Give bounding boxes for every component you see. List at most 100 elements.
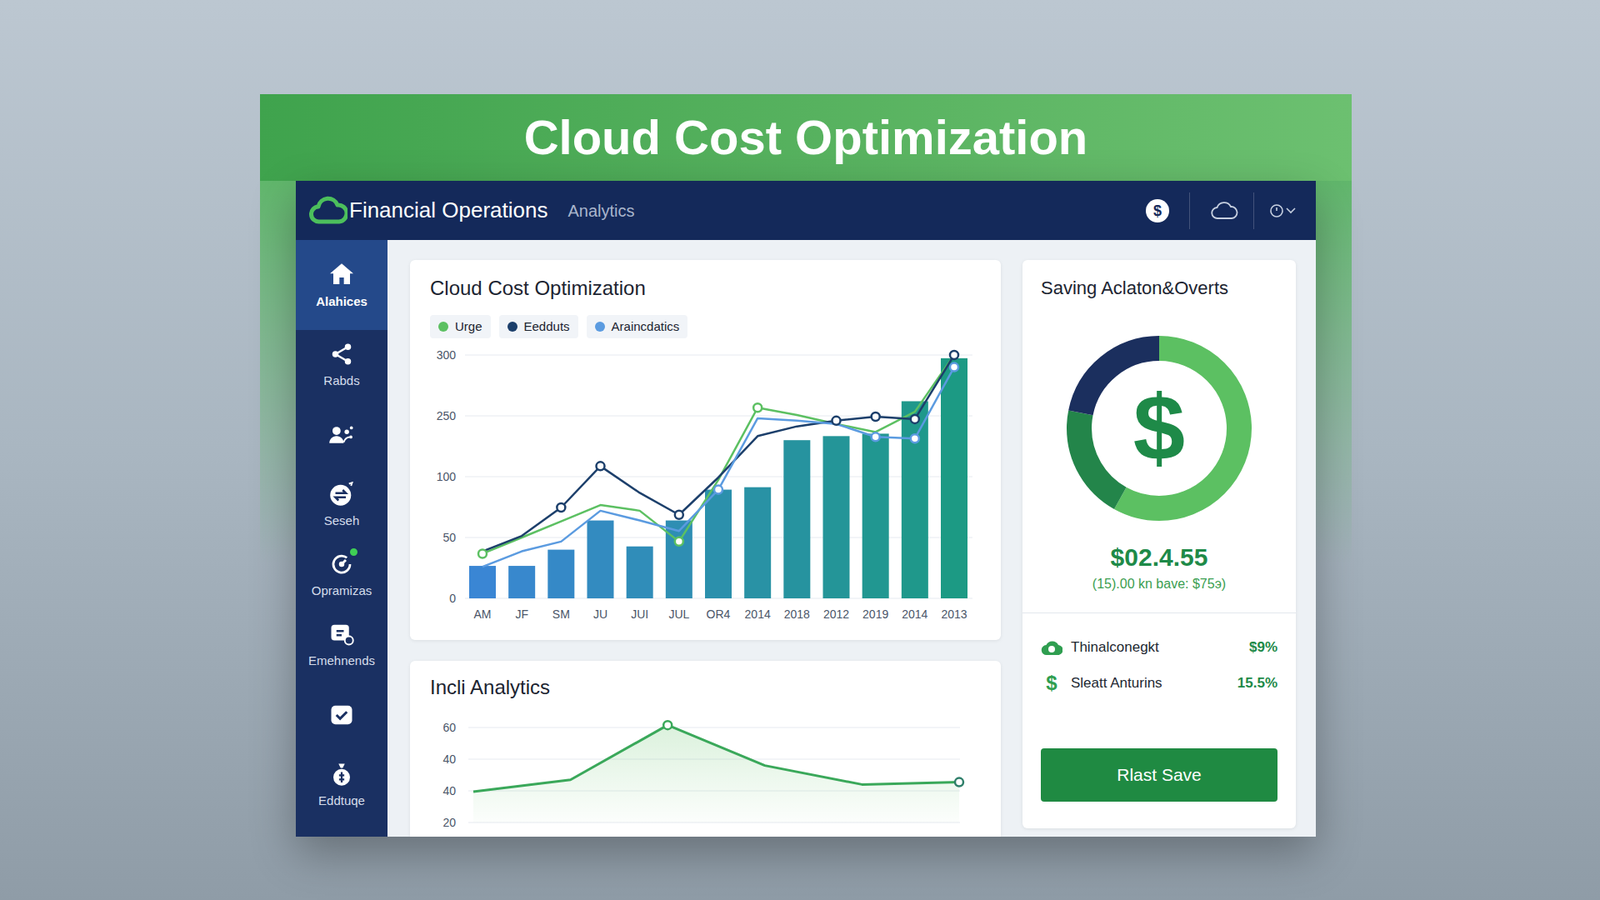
bar[interactable] — [547, 550, 575, 599]
data-point[interactable] — [675, 537, 684, 546]
donut-segment — [1079, 348, 1240, 509]
savings-donut: $ — [1066, 335, 1252, 521]
sidebar-icon-wrap — [329, 761, 355, 787]
data-point[interactable] — [950, 363, 959, 372]
sidebar-item[interactable] — [295, 400, 388, 470]
bar[interactable] — [508, 565, 535, 599]
legend-item: Araincdatics — [586, 315, 689, 339]
data-point[interactable] — [871, 432, 880, 441]
bar[interactable] — [665, 520, 693, 599]
cloud-savings-icon — [1040, 638, 1063, 657]
share-icon — [329, 341, 355, 367]
money-bag-icon — [329, 761, 355, 787]
legend-item: Eedduts — [499, 315, 579, 339]
x-label: 2012 — [823, 607, 850, 621]
bar[interactable] — [940, 358, 968, 599]
savings-note: (15).00 kn bave: $75э) — [1040, 575, 1278, 593]
data-point[interactable] — [871, 412, 880, 421]
data-point[interactable] — [663, 720, 672, 730]
area-fill — [473, 725, 960, 823]
savings-card: Saving Aclaton&Overts $ $02.4.55 (15).00 kn… — [1022, 260, 1296, 829]
sidebar-item[interactable]: Alahices — [295, 240, 388, 330]
data-point[interactable] — [714, 485, 723, 495]
x-label: JUL — [668, 607, 690, 621]
bar[interactable] — [469, 565, 496, 599]
sidebar-icon-wrap — [329, 621, 355, 647]
row-icon-box — [1040, 638, 1063, 657]
data-point[interactable] — [910, 434, 920, 443]
sidebar-icon-wrap — [329, 551, 355, 577]
legend-dot — [507, 321, 518, 332]
series-line — [482, 355, 955, 552]
data-point[interactable] — [753, 403, 762, 412]
usage-chart: 60404020 — [410, 702, 1001, 836]
app-name: Financial Operations — [349, 194, 548, 227]
data-point[interactable] — [556, 503, 565, 512]
bar[interactable] — [705, 490, 732, 599]
donut-center: $ — [1066, 335, 1252, 521]
data-point[interactable] — [478, 549, 487, 558]
bar[interactable] — [901, 400, 929, 599]
sidebar-item[interactable]: Rabds — [295, 330, 388, 400]
data-point[interactable] — [910, 415, 920, 424]
usage-line — [473, 725, 960, 792]
bar[interactable] — [626, 546, 654, 599]
legend-label: Araincdatics — [611, 317, 680, 337]
data-point[interactable] — [675, 510, 684, 520]
x-label: JUI — [630, 607, 649, 621]
bar[interactable] — [783, 440, 810, 599]
sidebar-item[interactable]: Emehnends — [295, 610, 388, 680]
sidebar-icon-wrap — [328, 260, 355, 288]
bar[interactable] — [823, 435, 850, 599]
sidebar-item[interactable]: Eddtuqe — [295, 750, 388, 820]
sidebar: Alahices Rabds Seseh Opramizas Emehnends Eddt… — [295, 240, 388, 837]
sidebar-label: Seseh — [324, 513, 360, 529]
header-actions: $ — [1145, 192, 1298, 230]
currency-button[interactable]: $ — [1145, 199, 1170, 223]
cloud-logo-icon — [309, 195, 348, 227]
clock-menu-icon — [1269, 202, 1298, 220]
data-point[interactable] — [596, 461, 605, 470]
dollar-icon: $ — [1133, 381, 1185, 475]
legend-item: Urge — [430, 315, 491, 339]
home-icon — [328, 260, 355, 288]
donut-segment — [1079, 348, 1240, 509]
bar[interactable] — [862, 433, 890, 599]
sidebar-icon-wrap — [329, 341, 355, 367]
x-label: 2014 — [745, 607, 771, 621]
main-area: Cloud Cost OptimizationUrgeEeddutsArainc… — [387, 240, 1316, 837]
legend-dot — [595, 321, 605, 332]
donut-segment — [1079, 348, 1240, 509]
banner-title: Cloud Cost Optimization — [524, 108, 1089, 167]
x-label: AM — [474, 607, 492, 621]
header-divider — [1253, 192, 1255, 230]
row-value: $9% — [1249, 638, 1278, 657]
sidebar-label: Emehnends — [308, 653, 375, 669]
bar[interactable] — [587, 520, 615, 599]
y-tick: 0 — [449, 591, 456, 605]
data-point[interactable] — [832, 416, 841, 425]
x-label: 2014 — [901, 607, 928, 621]
grid-line — [468, 727, 960, 729]
chart-title: Incli Analytics — [430, 675, 981, 700]
scene: Cloud Cost Optimization Financial Operati… — [0, 0, 1600, 900]
savings-amount: $02.4.55 — [1040, 542, 1278, 573]
sidebar-label: Alahices — [315, 294, 368, 310]
sidebar-item[interactable] — [295, 680, 388, 750]
bar[interactable] — [744, 487, 771, 599]
data-point[interactable] — [950, 350, 959, 360]
sidebar-icon-wrap — [329, 702, 355, 728]
x-label: SM — [552, 607, 570, 621]
divider — [1022, 612, 1296, 614]
sidebar-item[interactable]: Seseh — [295, 470, 388, 540]
y-tick: 20 — [442, 815, 456, 830]
left-column: Cloud Cost OptimizationUrgeEeddutsArainc… — [410, 260, 1001, 837]
row-icon-box: $ — [1040, 673, 1063, 694]
save-button[interactable]: Rlast Save — [1040, 748, 1278, 802]
sidebar-label: Opramizas — [311, 583, 373, 599]
x-label: 2018 — [784, 607, 810, 621]
savings-title: Saving Aclaton&Overts — [1040, 276, 1278, 300]
sidebar-item[interactable]: Opramizas — [295, 540, 388, 610]
x-label: 2019 — [862, 607, 889, 621]
data-point[interactable] — [955, 778, 964, 787]
